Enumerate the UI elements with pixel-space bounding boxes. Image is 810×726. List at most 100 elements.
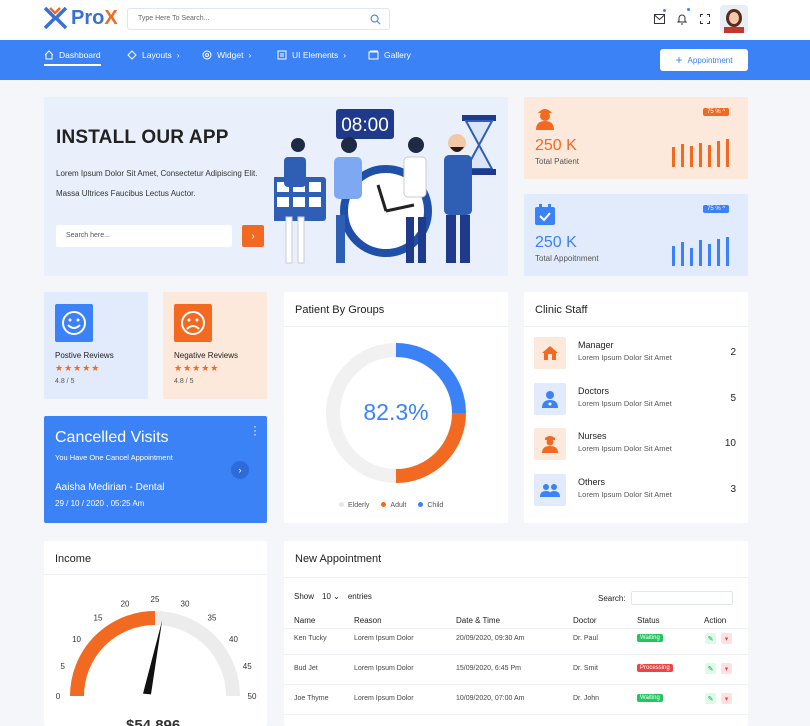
gauge-tick-label: 35 bbox=[208, 614, 217, 623]
widget-icon bbox=[202, 50, 212, 60]
clinic-staff-title: Clinic Staff bbox=[535, 304, 588, 316]
legend-adult: Adult bbox=[381, 502, 406, 509]
col-reason[interactable]: Reason bbox=[354, 616, 382, 625]
nav-gallery[interactable]: Gallery bbox=[368, 50, 411, 60]
plus-icon: + bbox=[675, 53, 683, 67]
chevron-down-icon: ⌄ bbox=[333, 592, 340, 601]
brand-name: ProX bbox=[71, 6, 118, 29]
appointment-button[interactable]: + Appointment bbox=[660, 49, 748, 71]
divider bbox=[524, 326, 748, 327]
gauge-tick-label: 30 bbox=[181, 600, 190, 609]
col-name[interactable]: Name bbox=[294, 616, 315, 625]
divider bbox=[284, 684, 748, 685]
cell-doctor: Dr. John bbox=[573, 695, 600, 702]
mail-icon[interactable] bbox=[654, 14, 665, 24]
negative-reviews-title: Negative Reviews bbox=[174, 351, 239, 360]
chevron-right-icon: › bbox=[248, 50, 252, 60]
staff-row-doctors[interactable]: Doctors Lorem Ipsum Dolor Sit Amet 5 bbox=[534, 383, 738, 417]
positive-reviews-card: Postive Reviews ★★★★★ 4.8 / 5 bbox=[44, 292, 148, 399]
cell-datetime: 20/09/2020, 09:30 Am bbox=[456, 635, 525, 642]
col-datetime[interactable]: Date & Time bbox=[456, 616, 500, 625]
col-action[interactable]: Action bbox=[704, 616, 726, 625]
cell-name: Bud Jet bbox=[294, 665, 318, 672]
staff-name: Nurses bbox=[578, 431, 607, 441]
nav-ui-elements-label: UI Elements bbox=[292, 50, 339, 60]
users-icon bbox=[534, 474, 566, 506]
nav-ui-elements[interactable]: UI Elements › bbox=[277, 50, 346, 60]
top-bar: ProX Type Here To Search... bbox=[0, 0, 810, 40]
col-status[interactable]: Status bbox=[637, 616, 660, 625]
income-title: Income bbox=[55, 553, 92, 565]
smile-icon bbox=[55, 304, 93, 342]
show-label: Show bbox=[294, 592, 315, 601]
positive-reviews-title: Postive Reviews bbox=[55, 351, 114, 360]
gauge-tick-label: 5 bbox=[61, 662, 66, 671]
income-card: Income 0 5 10 15 20 25 30 35 40 45 50 $54,896 bbox=[44, 541, 267, 726]
delete-icon[interactable]: ▾ bbox=[721, 693, 732, 704]
staff-row-manager[interactable]: Manager Lorem Ipsum Dolor Sit Amet 2 bbox=[534, 337, 738, 371]
chevron-right-icon: › bbox=[251, 230, 255, 242]
total-appointment-card: 75 % ^ 250 K Total Appoitnment bbox=[524, 194, 748, 276]
fullscreen-icon[interactable] bbox=[700, 14, 710, 24]
logo[interactable]: ProX bbox=[43, 6, 118, 30]
chevron-right-icon[interactable]: › bbox=[231, 461, 249, 479]
staff-desc: Lorem Ipsum Dolor Sit Amet bbox=[578, 399, 672, 408]
install-search-placeholder: Search here... bbox=[66, 232, 110, 239]
bell-icon[interactable] bbox=[677, 14, 687, 25]
search-icon[interactable] bbox=[370, 14, 381, 25]
install-search-button[interactable]: › bbox=[242, 225, 264, 247]
cancelled-visits-card: Cancelled Visits You Have One Cancel App… bbox=[44, 416, 267, 523]
gauge-tick-label: 40 bbox=[229, 635, 238, 644]
edit-icon[interactable]: ✎ bbox=[705, 663, 716, 674]
income-amount: $54,896 bbox=[126, 717, 181, 726]
staff-desc: Lorem Ipsum Dolor Sit Amet bbox=[578, 444, 672, 453]
staff-row-others[interactable]: Others Lorem Ipsum Dolor Sit Amet 3 bbox=[534, 474, 738, 508]
cell-datetime: 15/09/2020, 6:45 Pm bbox=[456, 665, 521, 672]
total-patient-value: 250 K bbox=[535, 137, 577, 154]
cell-doctor: Dr. Smit bbox=[573, 665, 598, 672]
nav-dashboard[interactable]: Dashboard bbox=[44, 50, 101, 66]
cancelled-patient: Aaisha Medirian - Dental bbox=[55, 482, 165, 493]
appointment-bars bbox=[672, 237, 729, 266]
staff-name: Doctors bbox=[578, 386, 610, 396]
delete-icon[interactable]: ▾ bbox=[721, 663, 732, 674]
cell-reason: Lorem Ipsum Dolor bbox=[354, 695, 414, 702]
install-search-input[interactable]: Search here... bbox=[56, 225, 232, 247]
home-icon bbox=[44, 50, 54, 60]
clock-digital-text: 08:00 bbox=[341, 115, 389, 136]
positive-rating: 4.8 / 5 bbox=[55, 378, 75, 385]
team-clock-illustration: 08:00 bbox=[274, 109, 496, 264]
nav-layouts[interactable]: Layouts › bbox=[127, 50, 180, 60]
total-patient-label: Total Patient bbox=[535, 157, 580, 166]
chevron-right-icon: › bbox=[176, 50, 180, 60]
table-search-input[interactable] bbox=[630, 591, 733, 605]
divider bbox=[44, 574, 267, 575]
more-vertical-icon[interactable]: · · · bbox=[253, 420, 257, 440]
gauge-tick-label: 50 bbox=[248, 692, 257, 701]
gauge-tick-label: 45 bbox=[243, 662, 252, 671]
edit-icon[interactable]: ✎ bbox=[705, 633, 716, 644]
total-appointment-label: Total Appoitnment bbox=[535, 254, 599, 263]
cell-name: Ken Tucky bbox=[294, 635, 327, 642]
entries-select[interactable]: 10 ⌄ bbox=[319, 591, 343, 602]
patient-bars bbox=[672, 139, 729, 167]
avatar[interactable] bbox=[720, 5, 748, 33]
entries-control: Show 10 ⌄ entries bbox=[294, 591, 372, 602]
nav-widget[interactable]: Widget › bbox=[202, 50, 251, 60]
cancelled-subtitle: You Have One Cancel Appointment bbox=[55, 453, 173, 462]
patient-groups-percentage: 82.3% bbox=[363, 399, 429, 425]
search-input[interactable]: Type Here To Search... bbox=[127, 8, 390, 30]
total-patient-card: 75 % ^ 250 K Total Patient bbox=[524, 97, 748, 179]
nav-widget-label: Widget bbox=[217, 50, 244, 60]
entries-label: entries bbox=[347, 592, 372, 601]
staff-row-nurses[interactable]: Nurses Lorem Ipsum Dolor Sit Amet 10 bbox=[534, 428, 738, 462]
legend-elderly: Elderly bbox=[339, 502, 369, 509]
legend-child: Child bbox=[418, 502, 443, 509]
ui-elements-icon bbox=[277, 50, 287, 60]
edit-icon[interactable]: ✎ bbox=[705, 693, 716, 704]
col-doctor[interactable]: Doctor bbox=[573, 616, 597, 625]
gauge-tick-label: 15 bbox=[94, 614, 103, 623]
delete-icon[interactable]: ▾ bbox=[721, 633, 732, 644]
gallery-icon bbox=[368, 50, 379, 60]
gauge-tick-label: 25 bbox=[151, 595, 160, 604]
